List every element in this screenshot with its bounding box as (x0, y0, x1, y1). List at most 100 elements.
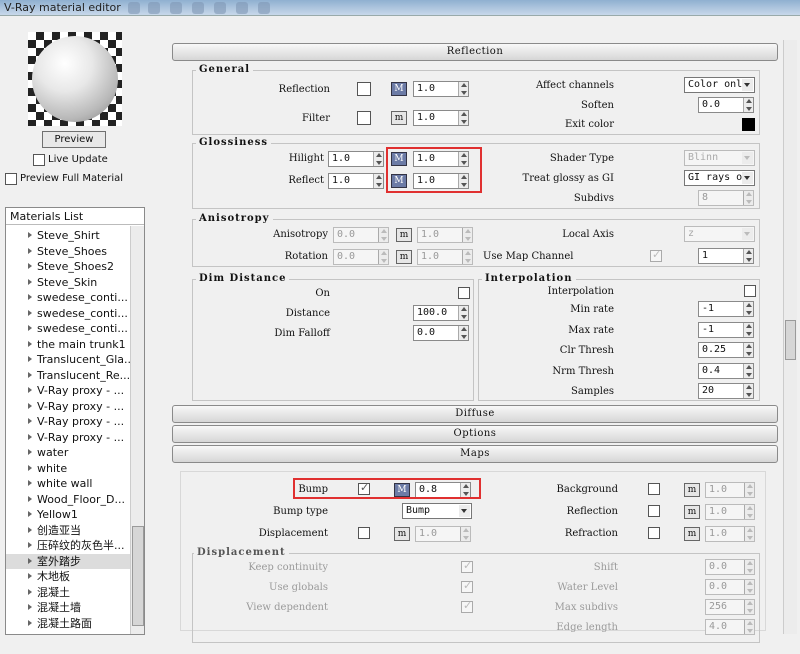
expand-arrow-icon[interactable] (28, 511, 32, 517)
edge-length-spinner[interactable]: 4.0 (705, 619, 755, 635)
water-level-spinner[interactable]: 0.0 (705, 579, 755, 595)
material-list-item[interactable]: V-Ray proxy - ... (6, 414, 130, 429)
hilight-glossiness-spinner[interactable]: 1.0 (328, 151, 384, 167)
materials-scroll-thumb[interactable] (132, 526, 144, 626)
maps-rollout-header[interactable]: Maps (172, 445, 778, 463)
material-list-item[interactable]: 创造亚当 (6, 523, 130, 538)
dim-distance-spinner[interactable]: 100.0 (413, 305, 469, 321)
treat-glossy-dropdown[interactable]: GI rays on (684, 170, 755, 186)
panel-scroll-thumb[interactable] (785, 320, 796, 360)
material-list-item[interactable]: V-Ray proxy - ... (6, 383, 130, 398)
rotation-map-button[interactable]: m (396, 250, 412, 264)
expand-arrow-icon[interactable] (28, 402, 32, 409)
material-list-item[interactable]: 木地板 (6, 569, 130, 584)
material-list-item[interactable]: swedese_conti... (6, 306, 130, 321)
samples-spinner[interactable]: 20 (698, 383, 754, 399)
material-list-item[interactable]: Steve_Shoes2 (6, 259, 130, 274)
affect-channels-dropdown[interactable]: Color only (684, 77, 755, 93)
expand-arrow-icon[interactable] (28, 449, 32, 455)
expand-arrow-icon[interactable] (28, 356, 32, 362)
material-list-item[interactable]: 混凝土墙 (6, 600, 130, 615)
shader-type-dropdown[interactable]: Blinn (684, 150, 755, 166)
expand-arrow-icon[interactable] (28, 573, 32, 579)
expand-arrow-icon[interactable] (28, 619, 32, 626)
dim-on-checkbox[interactable] (458, 287, 470, 299)
subdivs-spinner[interactable]: 8 (698, 190, 754, 206)
min-rate-spinner[interactable]: -1 (698, 301, 754, 317)
expand-arrow-icon[interactable] (28, 480, 32, 486)
material-list-item[interactable]: V-Ray proxy - ... (6, 430, 130, 445)
material-list-item[interactable]: Steve_Shirt (6, 228, 130, 243)
anisotropy-map-button[interactable]: m (396, 228, 412, 242)
shift-spinner[interactable]: 0.0 (705, 559, 755, 575)
material-list-item[interactable]: Wood_Floor_D... (6, 492, 130, 507)
material-list-item[interactable]: 混凝土 (6, 585, 130, 600)
expand-arrow-icon[interactable] (28, 588, 32, 595)
filter-color-swatch[interactable] (357, 111, 371, 125)
material-list-item[interactable]: white (6, 461, 130, 476)
material-list-item[interactable]: swedese_conti... (6, 290, 130, 305)
expand-arrow-icon[interactable] (28, 247, 32, 254)
use-map-channel-checkbox[interactable]: ✓ (650, 248, 662, 262)
material-list-item[interactable]: Translucent_Gla... (6, 352, 130, 367)
materials-list[interactable]: Materials List Steve_Shirt Steve_Shoes Ste… (5, 207, 145, 635)
anisotropy-spinner[interactable]: 0.0 (333, 227, 389, 243)
material-list-item[interactable]: Yellow1 (6, 507, 130, 522)
expand-arrow-icon[interactable] (28, 495, 32, 502)
material-list-item[interactable]: V-Ray proxy - ... (6, 399, 130, 414)
expand-arrow-icon[interactable] (28, 325, 32, 331)
refraction-map-button[interactable]: m (684, 527, 700, 541)
materials-scrollbar[interactable] (130, 226, 144, 634)
keep-continuity-checkbox[interactable]: ✓ (461, 559, 473, 573)
local-axis-dropdown[interactable]: z (684, 226, 755, 242)
preview-full-material-checkbox[interactable] (5, 173, 17, 185)
expand-arrow-icon[interactable] (28, 604, 32, 610)
expand-arrow-icon[interactable] (28, 232, 32, 238)
displacement-checkbox[interactable] (358, 527, 370, 539)
material-list-item[interactable]: Translucent_Re... (6, 368, 130, 383)
refraction-checkbox[interactable] (648, 527, 660, 539)
material-list-item[interactable]: 室外踏步 (6, 553, 130, 569)
live-update-checkbox[interactable] (33, 154, 45, 166)
expand-arrow-icon[interactable] (28, 542, 32, 548)
reflection-map-button[interactable]: M (391, 82, 407, 96)
clr-thresh-spinner[interactable]: 0.25 (698, 342, 754, 358)
expand-arrow-icon[interactable] (28, 309, 32, 316)
anisotropy-map-amount-spinner[interactable]: 1.0 (417, 227, 473, 243)
use-globals-checkbox[interactable]: ✓ (461, 579, 473, 593)
expand-arrow-icon[interactable] (28, 433, 32, 440)
expand-arrow-icon[interactable] (28, 464, 32, 471)
refraction-amount-spinner[interactable]: 1.0 (705, 526, 755, 542)
panel-scrollbar[interactable] (783, 40, 797, 634)
view-dependent-checkbox[interactable]: ✓ (461, 599, 473, 613)
displacement-map-button[interactable]: m (394, 527, 410, 541)
reflection-map-amount-spinner[interactable]: 1.0 (705, 504, 755, 520)
expand-arrow-icon[interactable] (28, 263, 32, 269)
rotation-map-amount-spinner[interactable]: 1.0 (417, 249, 473, 265)
interpolation-checkbox[interactable] (744, 285, 756, 297)
reflection-color-swatch[interactable] (357, 82, 371, 96)
diffuse-rollout-header[interactable]: Diffuse (172, 405, 778, 423)
expand-arrow-icon[interactable] (28, 418, 32, 424)
reflect-glossiness-spinner[interactable]: 1.0 (328, 173, 384, 189)
material-list-item[interactable]: white wall (6, 476, 130, 491)
reflection-slot-map-button[interactable]: m (684, 505, 700, 519)
material-list-item[interactable]: water (6, 445, 130, 460)
exit-color-swatch[interactable] (742, 118, 755, 131)
soften-spinner[interactable]: 0.0 (698, 97, 754, 113)
material-list-item[interactable]: 混凝土路面 (6, 616, 130, 631)
nrm-thresh-spinner[interactable]: 0.4 (698, 363, 754, 379)
material-list-item[interactable]: 压碎纹的灰色半... (6, 538, 130, 553)
material-list-item[interactable]: swedese_conti... (6, 321, 130, 336)
reflection-amount-spinner[interactable]: 1.0 (413, 81, 469, 97)
material-list-item[interactable]: the main trunk1 (6, 337, 130, 352)
filter-amount-spinner[interactable]: 1.0 (413, 110, 469, 126)
background-map-button[interactable]: m (684, 483, 700, 497)
expand-arrow-icon[interactable] (28, 371, 32, 378)
max-rate-spinner[interactable]: -1 (698, 322, 754, 338)
dim-falloff-spinner[interactable]: 0.0 (413, 325, 469, 341)
background-checkbox[interactable] (648, 483, 660, 495)
expand-arrow-icon[interactable] (28, 278, 32, 285)
material-list-item[interactable]: Steve_Shoes (6, 244, 130, 259)
expand-arrow-icon[interactable] (28, 557, 32, 564)
